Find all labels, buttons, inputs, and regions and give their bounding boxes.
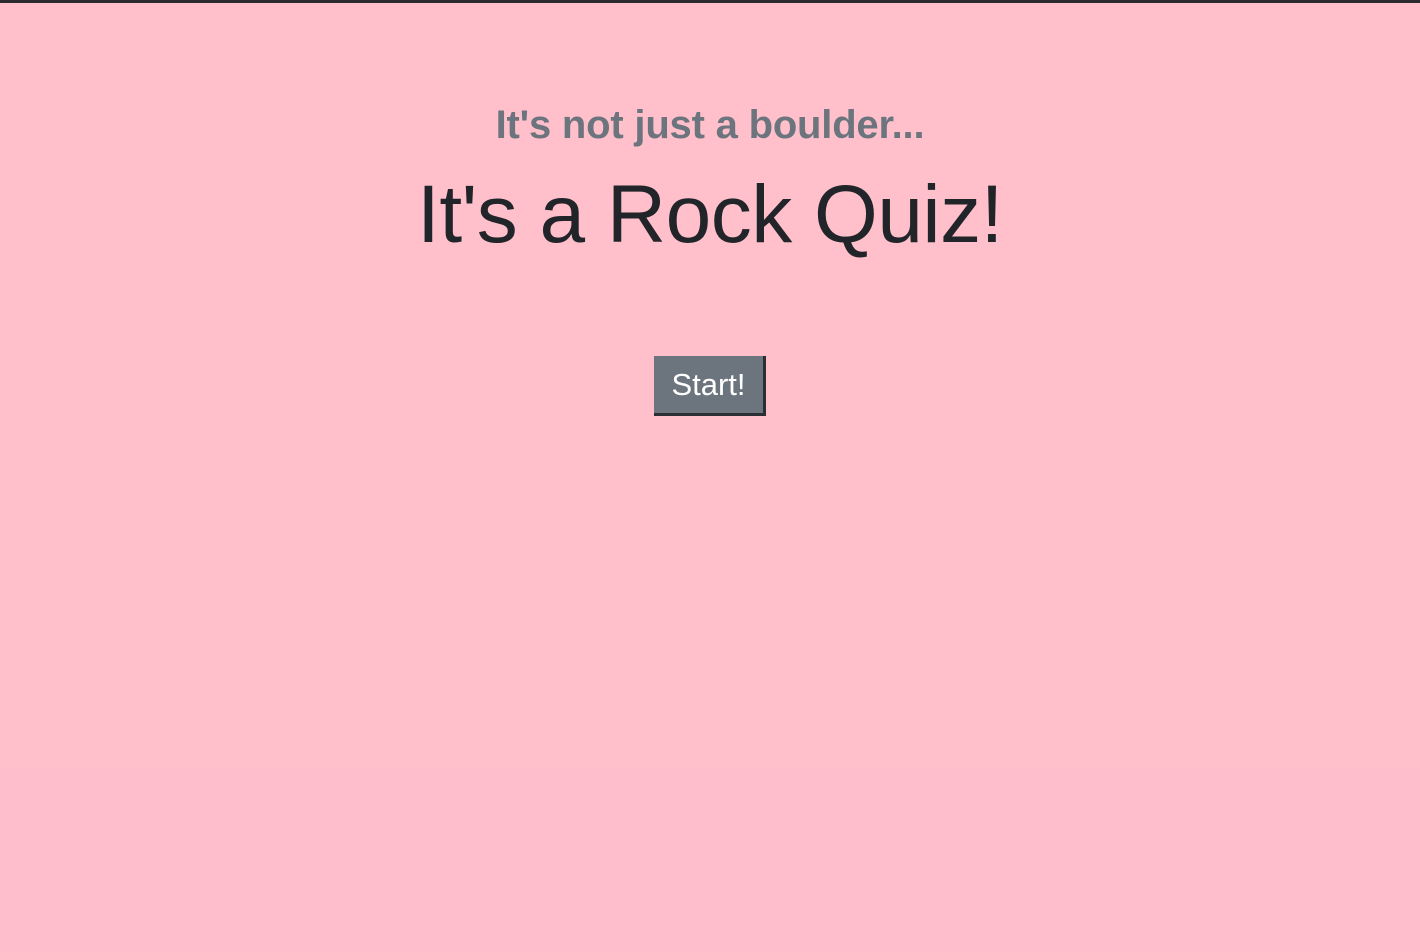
start-quiz-button[interactable]: Start! <box>654 356 766 416</box>
page-subtitle: It's not just a boulder... <box>495 103 925 147</box>
page-background-lower-band <box>0 768 1420 952</box>
page-title: It's a Rock Quiz! <box>417 169 1003 260</box>
window-top-border <box>0 0 1420 3</box>
